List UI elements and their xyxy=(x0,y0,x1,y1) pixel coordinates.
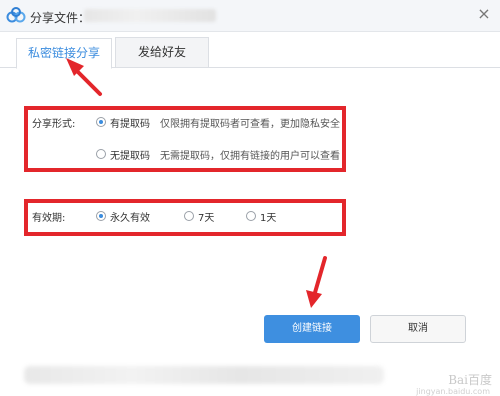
radio-with-code[interactable] xyxy=(96,117,106,127)
cloud-icon xyxy=(6,7,26,23)
footer-redacted xyxy=(24,366,384,384)
validity-label: 有效期: xyxy=(32,213,66,224)
title-bar: 分享文件： × xyxy=(0,0,500,32)
tab-private-link[interactable]: 私密链接分享 xyxy=(16,38,112,69)
arrow-to-create-button-icon xyxy=(306,256,327,308)
radio-7-days[interactable] xyxy=(184,211,194,221)
option-1-day-label[interactable]: 1天 xyxy=(260,209,276,224)
share-form-label: 分享形式: xyxy=(32,119,76,130)
watermark-url: jingyan.baidu.com xyxy=(416,387,490,396)
option-with-code-label[interactable]: 有提取码 xyxy=(110,115,150,130)
tab-send-to-friends[interactable]: 发给好友 xyxy=(115,37,209,68)
option-with-code-description: 仅限拥有提取码者可查看，更加隐私安全 xyxy=(160,119,340,130)
file-name-redacted xyxy=(84,9,216,22)
watermark-logo: Bai百度 xyxy=(448,373,492,387)
window-title: 分享文件： xyxy=(30,11,91,25)
radio-without-code[interactable] xyxy=(96,149,106,159)
option-permanent-label[interactable]: 永久有效 xyxy=(110,209,150,224)
cancel-button[interactable]: 取消 xyxy=(370,315,466,343)
tab-bar: 私密链接分享 发给好友 xyxy=(0,32,500,69)
option-without-code-description: 无需提取码，仅拥有链接的用户可以查看 xyxy=(160,151,340,162)
close-icon[interactable]: × xyxy=(472,2,496,26)
option-7-days-label[interactable]: 7天 xyxy=(198,209,214,224)
option-without-code-label[interactable]: 无提取码 xyxy=(110,147,150,162)
create-link-button[interactable]: 创建链接 xyxy=(264,315,360,343)
radio-1-day[interactable] xyxy=(246,211,256,221)
radio-permanent[interactable] xyxy=(96,211,106,221)
